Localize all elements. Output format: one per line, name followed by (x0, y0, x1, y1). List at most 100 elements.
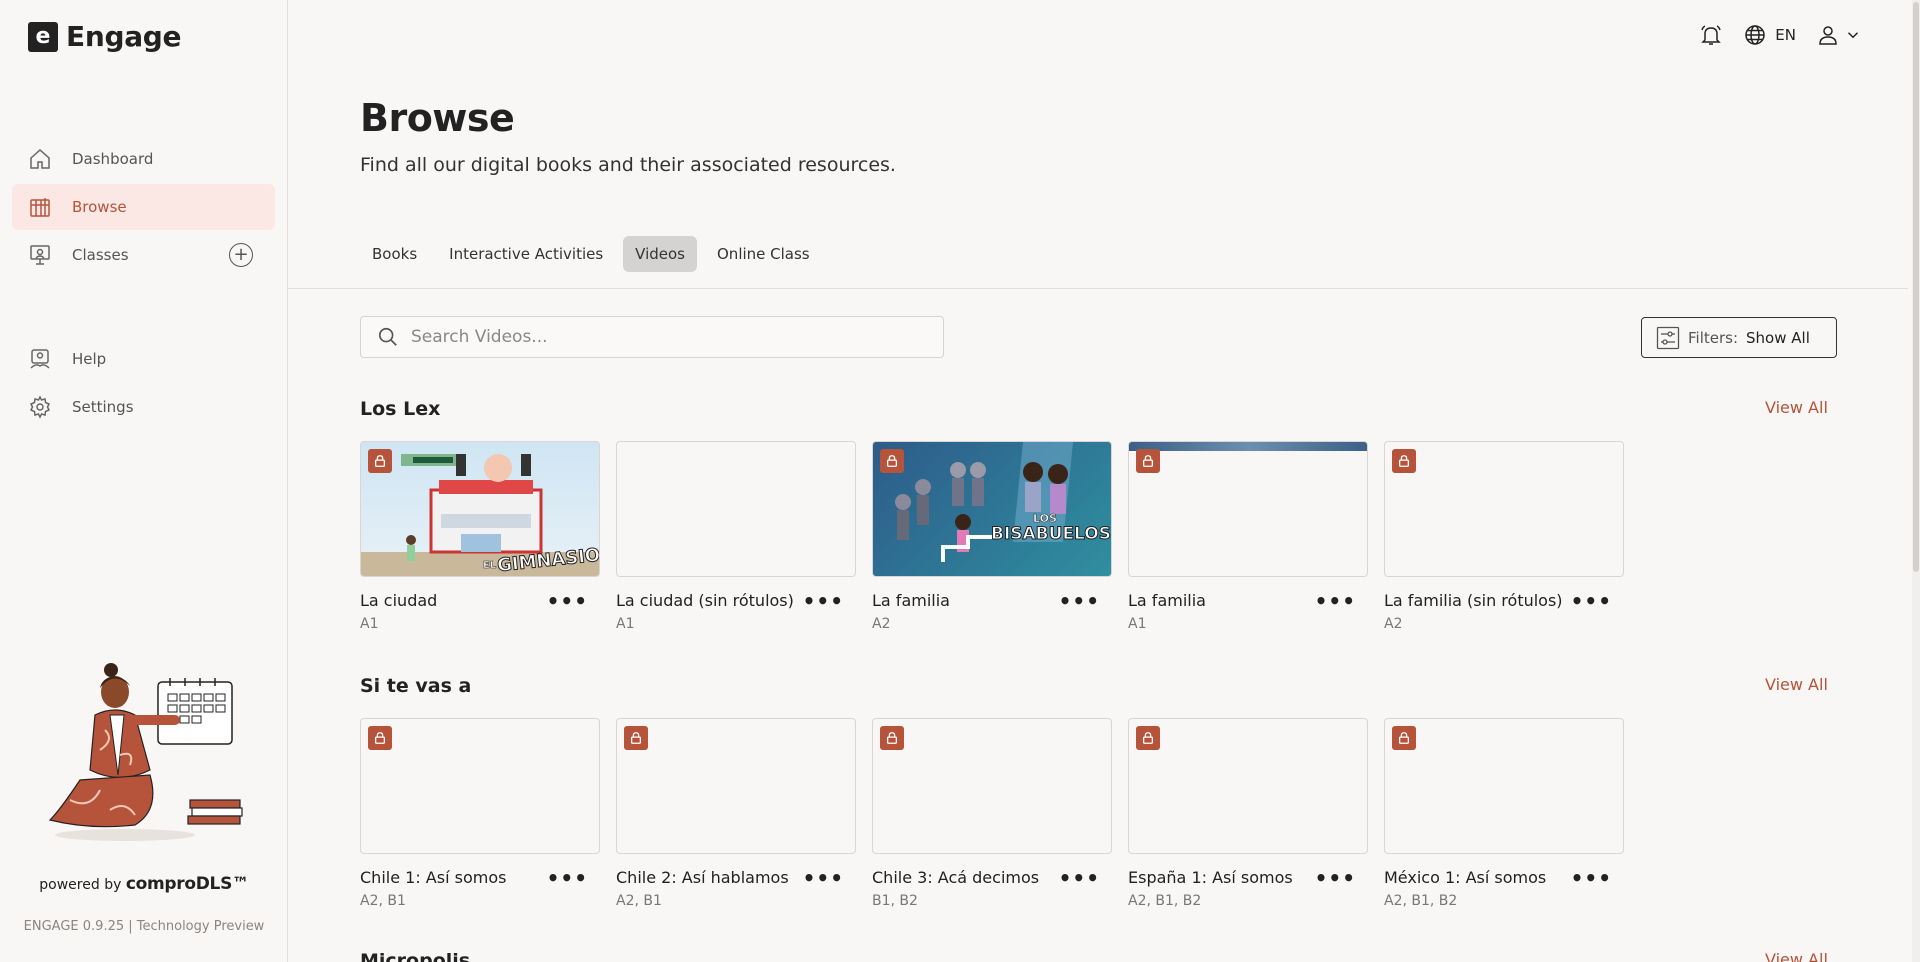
more-options-icon[interactable]: ••• (547, 868, 588, 888)
more-options-icon[interactable]: ••• (803, 868, 844, 888)
card-meta: Chile 3: Acá decimos B1, B2 ••• (872, 868, 1112, 916)
video-card[interactable]: La ciudad (sin rótulos) A1 ••• (616, 441, 856, 639)
video-card[interactable]: La familia (sin rótulos) A2 ••• (1384, 441, 1624, 639)
tab-interactive-activities[interactable]: Interactive Activities (437, 236, 615, 272)
video-thumbnail[interactable]: EL GIMNASIO (360, 441, 600, 577)
help-icon (30, 349, 50, 369)
video-thumbnail[interactable] (1128, 441, 1368, 577)
sidebar-item-browse[interactable]: Browse (12, 184, 275, 230)
sidebar-item-dashboard[interactable]: Dashboard (12, 136, 275, 182)
video-card[interactable]: Chile 1: Así somos A2, B1 ••• (360, 718, 600, 916)
thumbnail-caption-small: EL (483, 560, 497, 572)
section-title-si-te-vas-a: Si te vas a (360, 675, 472, 697)
sidebar: e Engage Dashboard Browse Classes + Help… (0, 0, 288, 962)
video-thumbnail[interactable] (1384, 441, 1624, 577)
app-logo[interactable]: e Engage (28, 20, 182, 53)
view-all-link[interactable]: View All (1765, 398, 1828, 417)
card-level: B1, B2 (872, 893, 918, 909)
card-level: A1 (360, 616, 379, 632)
video-card[interactable]: México 1: Así somos A2, B1, B2 ••• (1384, 718, 1624, 916)
lock-icon (880, 726, 904, 750)
video-thumbnail[interactable] (1128, 718, 1368, 854)
card-level: A2, B1, B2 (1128, 893, 1202, 909)
section-title-los-lex: Los Lex (360, 398, 441, 420)
more-options-icon[interactable]: ••• (1315, 591, 1356, 611)
video-thumbnail[interactable] (360, 718, 600, 854)
lock-icon (368, 726, 392, 750)
video-thumbnail[interactable] (616, 441, 856, 577)
lock-icon (624, 726, 648, 750)
card-meta: La ciudad (sin rótulos) A1 ••• (616, 591, 856, 639)
card-level: A2, B1 (360, 893, 406, 909)
card-row-los-lex: EL GIMNASIO La ciudad A1 ••• La ciudad (… (360, 441, 1624, 639)
card-meta: La ciudad A1 ••• (360, 591, 600, 639)
filters-button[interactable]: Filters: Show All (1641, 317, 1837, 358)
card-meta: La familia A1 ••• (1128, 591, 1368, 639)
video-thumbnail[interactable]: LOS BISABUELOS (872, 441, 1112, 577)
presentation-icon (30, 245, 50, 265)
main-content: Browse Find all our digital books and th… (288, 0, 1908, 962)
thumbnail-caption-big: BISABUELOS (991, 524, 1111, 545)
tab-videos[interactable]: Videos (623, 236, 697, 272)
more-options-icon[interactable]: ••• (1059, 591, 1100, 611)
powered-by-brand: comproDLS™ (125, 874, 249, 894)
logo-mark-icon: e (28, 21, 58, 52)
teacher-illustration (48, 663, 243, 841)
view-all-link[interactable]: View All (1765, 675, 1828, 694)
sliders-icon (1656, 326, 1680, 349)
search-icon (378, 327, 397, 346)
card-level: A2, B1 (616, 893, 662, 909)
card-meta: Chile 1: Así somos A2, B1 ••• (360, 868, 600, 916)
search-input[interactable] (411, 327, 931, 347)
sidebar-item-label: Dashboard (72, 150, 154, 168)
view-all-link[interactable]: View All (1765, 950, 1828, 962)
filters-label: Filters: (1688, 328, 1739, 347)
section-title-micropolis: Micropolis (360, 950, 471, 962)
sidebar-item-help[interactable]: Help (12, 336, 275, 382)
video-card[interactable]: La familia A1 ••• (1128, 441, 1368, 639)
card-meta: España 1: Así somos A2, B1, B2 ••• (1128, 868, 1368, 916)
card-level: A1 (1128, 616, 1147, 632)
more-options-icon[interactable]: ••• (547, 591, 588, 611)
tab-online-class[interactable]: Online Class (705, 236, 822, 272)
sidebar-item-settings[interactable]: Settings (12, 384, 275, 430)
powered-by-label: powered by (39, 877, 122, 893)
more-options-icon[interactable]: ••• (1059, 868, 1100, 888)
card-meta: La familia (sin rótulos) A2 ••• (1384, 591, 1624, 639)
lock-icon (1392, 726, 1416, 750)
app-name: Engage (66, 20, 182, 53)
card-level: A1 (616, 616, 635, 632)
more-options-icon[interactable]: ••• (803, 591, 844, 611)
video-card[interactable]: Chile 2: Así hablamos A2, B1 ••• (616, 718, 856, 916)
grid-book-icon (30, 198, 50, 217)
card-meta: México 1: Así somos A2, B1, B2 ••• (1384, 868, 1624, 916)
video-thumbnail[interactable] (616, 718, 856, 854)
content-tabs: Books Interactive Activities Videos Onli… (360, 236, 822, 272)
video-thumbnail[interactable] (872, 718, 1112, 854)
video-card[interactable]: LOS BISABUELOS La familia A2 ••• (872, 441, 1112, 639)
card-row-si-te-vas-a: Chile 1: Así somos A2, B1 ••• Chile 2: A… (360, 718, 1624, 916)
more-options-icon[interactable]: ••• (1571, 868, 1612, 888)
version-label: ENGAGE 0.9.25 | Technology Preview (23, 919, 265, 934)
tab-books[interactable]: Books (360, 236, 429, 272)
video-card[interactable]: EL GIMNASIO La ciudad A1 ••• (360, 441, 600, 639)
video-card[interactable]: España 1: Así somos A2, B1, B2 ••• (1128, 718, 1368, 916)
page-subtitle: Find all our digital books and their ass… (360, 154, 896, 176)
video-thumbnail[interactable] (1384, 718, 1624, 854)
video-card[interactable]: Chile 3: Acá decimos B1, B2 ••• (872, 718, 1112, 916)
page-title: Browse (360, 96, 515, 140)
sidebar-item-label: Settings (72, 398, 134, 416)
sidebar-item-label: Browse (72, 198, 127, 216)
lock-icon (1136, 449, 1160, 473)
more-options-icon[interactable]: ••• (1315, 868, 1356, 888)
sidebar-item-classes[interactable]: Classes + (12, 232, 275, 278)
card-level: A2, B1, B2 (1384, 893, 1458, 909)
thumbnail-top-strip (1129, 442, 1367, 451)
scrollbar-thumb[interactable] (1913, 2, 1919, 572)
search-box (360, 316, 944, 358)
more-options-icon[interactable]: ••• (1571, 591, 1612, 611)
lock-icon (880, 449, 904, 473)
primary-nav: Dashboard Browse Classes + (12, 136, 275, 280)
bisabuelos-thumbnail-art (895, 442, 1073, 562)
add-class-button[interactable]: + (229, 243, 253, 267)
